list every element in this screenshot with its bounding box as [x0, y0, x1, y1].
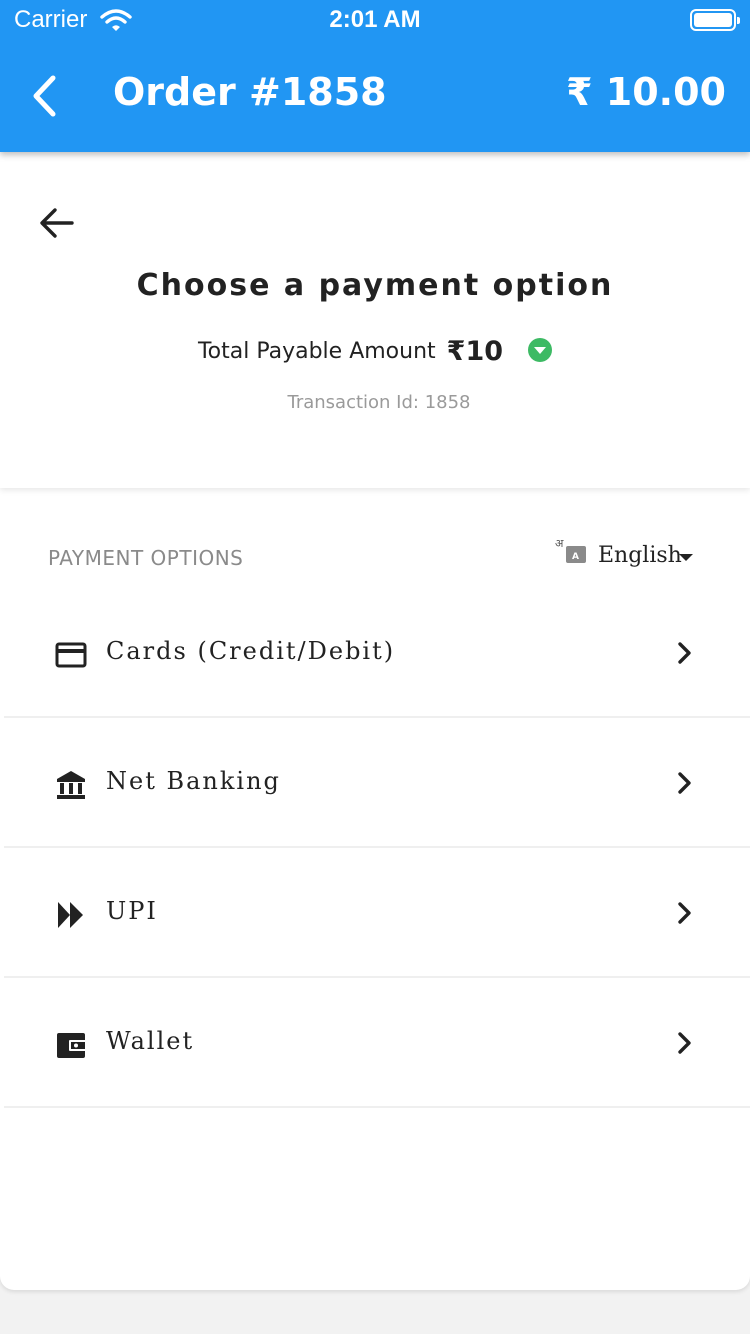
- back-arrow-icon[interactable]: [38, 204, 76, 242]
- chevron-right-icon: [678, 1032, 691, 1054]
- order-title: Order #1858: [113, 70, 387, 114]
- transaction-id: Transaction Id: 1858: [287, 392, 471, 413]
- bank-icon: [57, 771, 85, 799]
- translate-icon: अ A: [555, 537, 586, 563]
- order-amount: ₹ 10.00: [566, 70, 726, 114]
- credit-card-icon: [55, 642, 87, 668]
- payment-options-card: PAYMENT OPTIONS अ A English Cards (Credi…: [0, 488, 750, 1290]
- payment-option-label: Cards (Credit/Debit): [106, 637, 396, 665]
- payment-option-label: Net Banking: [106, 767, 281, 795]
- payment-option-cards[interactable]: Cards (Credit/Debit): [4, 588, 750, 718]
- chevron-right-icon: [678, 642, 691, 664]
- expand-details-icon[interactable]: [528, 337, 553, 362]
- total-payable-amount: ₹10: [446, 336, 504, 367]
- caret-down-icon: [679, 554, 693, 561]
- payment-option-net-banking[interactable]: Net Banking: [4, 718, 750, 848]
- back-chevron-icon[interactable]: [28, 72, 62, 120]
- chevron-right-icon: [678, 902, 691, 924]
- svg-text:अ: अ: [555, 537, 564, 550]
- total-payable-row: Total Payable Amount ₹10: [0, 336, 750, 367]
- payment-option-label: UPI: [106, 897, 158, 925]
- language-label: English: [598, 543, 682, 568]
- battery-icon: [690, 9, 740, 31]
- app-header: Carrier 2:01 AM Order #1858 ₹ 10.00: [0, 0, 750, 152]
- page-title: Choose a payment option: [136, 268, 614, 303]
- payment-option-label: Wallet: [106, 1027, 195, 1055]
- language-selector[interactable]: अ A English: [555, 536, 700, 576]
- payment-summary-card: Choose a payment option Total Payable Am…: [0, 152, 750, 488]
- wallet-icon: [57, 1033, 87, 1058]
- status-bar: Carrier 2:01 AM: [0, 0, 750, 40]
- payment-option-upi[interactable]: UPI: [4, 848, 750, 978]
- chevron-right-icon: [678, 772, 691, 794]
- total-payable-label: Total Payable Amount: [197, 339, 436, 364]
- section-label: PAYMENT OPTIONS: [48, 546, 244, 570]
- payment-option-wallet[interactable]: Wallet: [4, 978, 750, 1108]
- svg-text:A: A: [572, 552, 579, 562]
- status-time: 2:01 AM: [329, 6, 421, 33]
- upi-icon: [58, 902, 83, 928]
